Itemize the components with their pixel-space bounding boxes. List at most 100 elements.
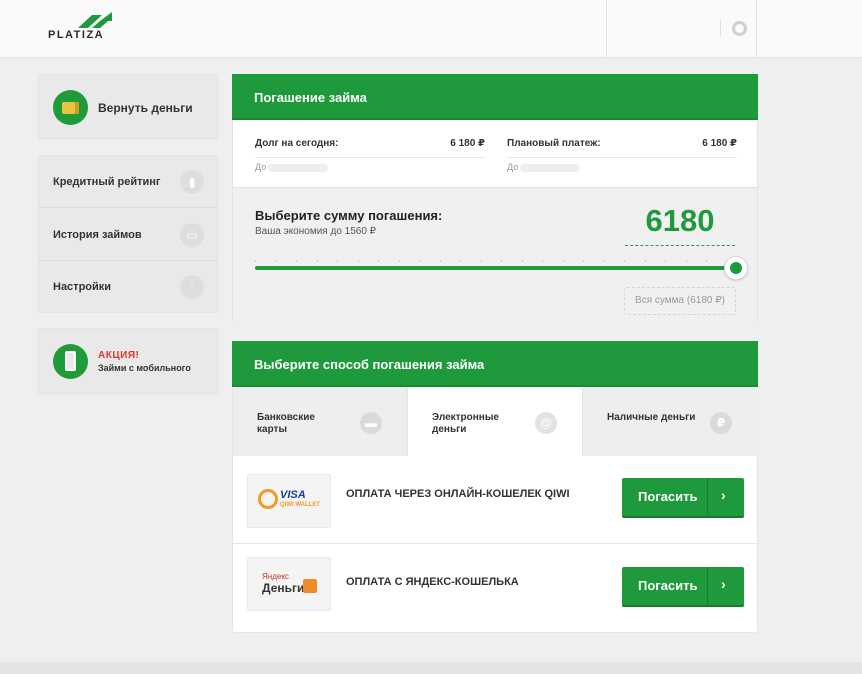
- refund-label: Вернуть деньги: [98, 101, 193, 115]
- slider-tick: [624, 260, 625, 262]
- button-label: Погасить: [638, 489, 698, 504]
- debt-value: 6 180 ₽: [450, 138, 485, 149]
- slider-tick: [275, 260, 277, 262]
- gear-icon[interactable]: [732, 21, 747, 36]
- slider-tick: [337, 260, 338, 262]
- wallet-icon: [62, 102, 79, 114]
- slider-tick: [480, 260, 482, 262]
- slider-tick: [665, 260, 666, 262]
- chevron-right-icon: ›: [721, 487, 726, 503]
- tab-label: Наличные деньги: [607, 412, 696, 423]
- payment-method-panel: Выберите способ погашения займа Банковск…: [232, 341, 758, 633]
- wallet-icon-circle: [53, 90, 88, 125]
- sidebar-item-label: Кредитный рейтинг: [53, 176, 161, 188]
- repay-panel-header: Погашение займа: [232, 74, 758, 120]
- payment-option-yandex: Яндекс Деньги ОПЛАТА С ЯНДЕКС-КОШЕЛЬКА П…: [233, 545, 757, 633]
- pay-yandex-button[interactable]: Погасить ›: [622, 567, 744, 607]
- repay-panel: Погашение займа Долг на сегодня: 6 180 ₽…: [232, 74, 758, 321]
- method-tabs: Банковские карты ▬ Электронные деньги @ …: [233, 388, 758, 456]
- sliders-icon: ⫶: [180, 275, 204, 299]
- phone-icon-circle: [53, 344, 88, 379]
- qiwi-logo: VISA QIWI WALLET: [247, 474, 331, 528]
- logo-mark-icon: [78, 12, 112, 28]
- slider-tick: [460, 260, 461, 262]
- slider-tick: [562, 260, 564, 262]
- amount-slider[interactable]: [255, 266, 737, 270]
- choose-amount-label: Выберите сумму погашения:: [255, 208, 443, 223]
- plan-date: До: [507, 162, 581, 172]
- platiza-logo[interactable]: PLATIZA: [48, 12, 118, 44]
- pay-qiwi-button[interactable]: Погасить ›: [622, 478, 744, 518]
- qiwi-logo-bottom: QIWI WALLET: [280, 502, 320, 508]
- divider: [707, 478, 708, 516]
- tab-e-money[interactable]: Электронные деньги @: [408, 388, 583, 456]
- slider-handle[interactable]: [724, 256, 748, 280]
- yandex-money-logo: Яндекс Деньги: [247, 557, 331, 611]
- footer: [0, 662, 862, 674]
- tab-label: Банковские карты: [257, 412, 315, 435]
- qiwi-q-icon: [258, 489, 278, 509]
- user-menu[interactable]: [606, 0, 757, 57]
- divider: [720, 20, 721, 37]
- yandex-logo-top: Яндекс: [262, 572, 289, 581]
- divider: [255, 157, 485, 158]
- plan-value: 6 180 ₽: [702, 138, 737, 149]
- promo-title: АКЦИЯ!: [98, 350, 140, 361]
- sidebar-item-credit-rating[interactable]: Кредитный рейтинг ▮: [39, 156, 217, 208]
- slider-tick: [644, 260, 646, 262]
- sidebar-item-loan-history[interactable]: История займов ▭: [39, 209, 217, 261]
- slider-tick: [685, 260, 687, 262]
- sidebar-item-settings[interactable]: Настройки ⫶: [39, 261, 217, 313]
- logo-text: PLATIZA: [48, 29, 105, 41]
- slider-tick: [398, 260, 400, 262]
- savings-text: Ваша экономия до 1560 ₽: [255, 226, 377, 237]
- yandex-wallet-icon: [303, 579, 317, 593]
- divider: [707, 567, 708, 605]
- slider-tick: [439, 260, 441, 262]
- divider: [507, 157, 737, 158]
- yandex-logo-bottom: Деньги: [262, 581, 305, 595]
- bar-chart-icon: ▮: [180, 170, 204, 194]
- promo-subtitle: Займи с мобильного: [98, 363, 191, 373]
- amount-input[interactable]: 6180: [625, 202, 735, 246]
- card-icon: ▬: [360, 412, 382, 434]
- slider-tick: [255, 260, 256, 262]
- chevron-right-icon: ›: [721, 576, 726, 592]
- slider-tick: [706, 260, 707, 262]
- phone-icon: [65, 351, 76, 371]
- payment-option-label: ОПЛАТА ЧЕРЕЗ ОНЛАЙН-КОШЕЛЕК QIWI: [346, 488, 570, 500]
- qiwi-logo-top: VISA: [280, 489, 306, 501]
- slider-tick: [583, 260, 584, 262]
- panel-title: Погашение займа: [254, 90, 367, 105]
- slider-tick: [357, 260, 359, 262]
- tab-bank-cards[interactable]: Банковские карты ▬: [233, 388, 408, 456]
- promo-banner[interactable]: АКЦИЯ! Займи с мобильного: [38, 328, 218, 394]
- debt-date: До: [255, 162, 329, 172]
- button-label: Погасить: [638, 578, 698, 593]
- plan-label: Плановый платеж:: [507, 138, 601, 149]
- slider-tick: [501, 260, 502, 262]
- slider-tick: [378, 260, 379, 262]
- slider-tick: [419, 260, 420, 262]
- sidebar-item-label: История займов: [53, 229, 142, 241]
- sidebar-item-label: Настройки: [53, 281, 112, 293]
- payment-option-label: ОПЛАТА С ЯНДЕКС-КОШЕЛЬКА: [346, 576, 519, 588]
- slider-tick: [603, 260, 605, 262]
- slider-tick: [296, 260, 297, 262]
- slider-tick: [521, 260, 523, 262]
- panel-title: Выберите способ погашения займа: [254, 357, 485, 372]
- method-panel-header: Выберите способ погашения займа: [232, 341, 758, 387]
- at-icon: @: [535, 412, 557, 434]
- ruble-icon: ₽: [710, 412, 732, 434]
- slider-tick: [316, 260, 318, 262]
- amount-selector: Выберите сумму погашения: Ваша экономия …: [233, 187, 757, 321]
- header: PLATIZA: [0, 0, 862, 58]
- document-icon: ▭: [180, 223, 204, 247]
- refund-money-button[interactable]: Вернуть деньги: [38, 74, 218, 139]
- tab-label: Электронные деньги: [432, 412, 499, 435]
- debt-label: Долг на сегодня:: [255, 138, 339, 149]
- tab-cash[interactable]: Наличные деньги ₽: [583, 388, 758, 456]
- payment-option-qiwi: VISA QIWI WALLET ОПЛАТА ЧЕРЕЗ ОНЛАЙН-КОШ…: [233, 456, 757, 544]
- slider-tick: [542, 260, 543, 262]
- full-amount-button[interactable]: Вся сумма (6180 ₽): [624, 287, 736, 315]
